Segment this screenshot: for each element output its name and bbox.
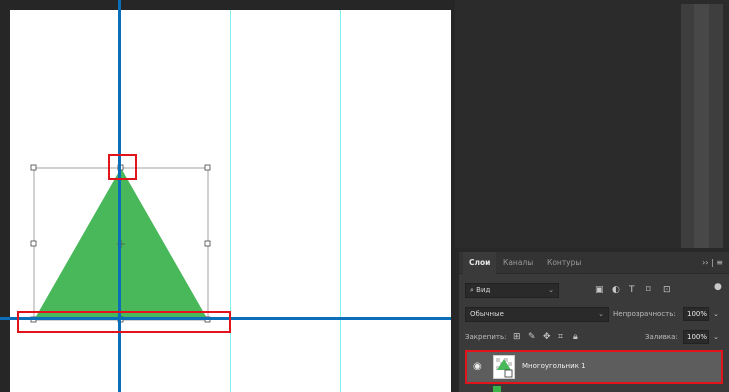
- layer-name[interactable]: Многоугольник 1: [522, 362, 586, 370]
- opacity-input[interactable]: 100%: [683, 307, 709, 321]
- panel-menu-icon[interactable]: ›› | ≡: [702, 252, 723, 274]
- visibility-eye-icon[interactable]: ◉: [473, 361, 482, 372]
- filter-row: ⌕ Вид ⌄ ▣ ◐ T ⌑ ⊡ ●: [459, 280, 729, 299]
- filter-shape-icon[interactable]: ⌑: [646, 283, 651, 297]
- lock-transparent-pixels-icon[interactable]: ⊞: [513, 330, 521, 344]
- tab-layers[interactable]: Слои: [463, 252, 497, 274]
- scrollbar[interactable]: [694, 4, 709, 248]
- highlight-top-vertex: [108, 154, 137, 180]
- filter-toggle-icon[interactable]: ●: [714, 280, 722, 294]
- blend-mode-dropdown[interactable]: Обычные ⌄: [465, 307, 609, 322]
- workspace[interactable]: [0, 0, 455, 392]
- fill-input[interactable]: 100%: [683, 330, 709, 344]
- blend-row: Обычные ⌄ Непрозрачность: 100% ⌄: [459, 307, 729, 323]
- chevron-down-icon: ⌄: [598, 310, 604, 318]
- tab-paths[interactable]: Контуры: [541, 252, 587, 274]
- lock-artboard-icon[interactable]: ⌗: [558, 330, 563, 344]
- opacity-label: Непрозрачность:: [613, 310, 676, 318]
- shape-thumbnail-icon: [494, 356, 514, 378]
- chevron-down-icon[interactable]: ⌄: [713, 330, 719, 344]
- tab-channels[interactable]: Каналы: [497, 252, 539, 274]
- lock-image-pixels-icon[interactable]: ✎: [528, 330, 536, 344]
- layers-panel: Слои Каналы Контуры ›› | ≡ ⌕ Вид ⌄ ▣ ◐ T…: [459, 252, 729, 392]
- chevron-down-icon: ⌄: [548, 286, 554, 294]
- filter-smart-object-icon[interactable]: ⊡: [663, 283, 671, 297]
- filter-adjustment-icon[interactable]: ◐: [612, 283, 620, 297]
- layer-thumbnail[interactable]: [493, 355, 515, 379]
- layer-filter-dropdown[interactable]: ⌕ Вид ⌄: [465, 283, 559, 298]
- layers-panel-tabs: Слои Каналы Контуры ›› | ≡: [459, 252, 729, 274]
- lock-position-icon[interactable]: ✥: [543, 330, 551, 344]
- panel-scroll-area[interactable]: [681, 4, 723, 248]
- lock-row: Закрепить: ⊞ ✎ ✥ ⌗ 🔒︎ Заливка: 100% ⌄: [459, 330, 729, 346]
- fill-label: Заливка:: [645, 333, 678, 341]
- guide-vertical-selected[interactable]: [118, 0, 121, 392]
- chevron-down-icon[interactable]: ⌄: [713, 307, 719, 321]
- document-canvas[interactable]: [0, 0, 451, 392]
- layer-row[interactable]: ◉ Многоугольник 1: [465, 350, 723, 384]
- highlight-baseline: [17, 311, 231, 333]
- filter-pixel-icon[interactable]: ▣: [595, 283, 604, 297]
- filter-type-icon[interactable]: T: [629, 283, 635, 297]
- lock-label: Закрепить:: [465, 333, 507, 341]
- shape-layer[interactable]: [10, 10, 451, 392]
- layer-indicator: [493, 386, 501, 392]
- lock-all-icon[interactable]: 🔒︎: [573, 330, 578, 344]
